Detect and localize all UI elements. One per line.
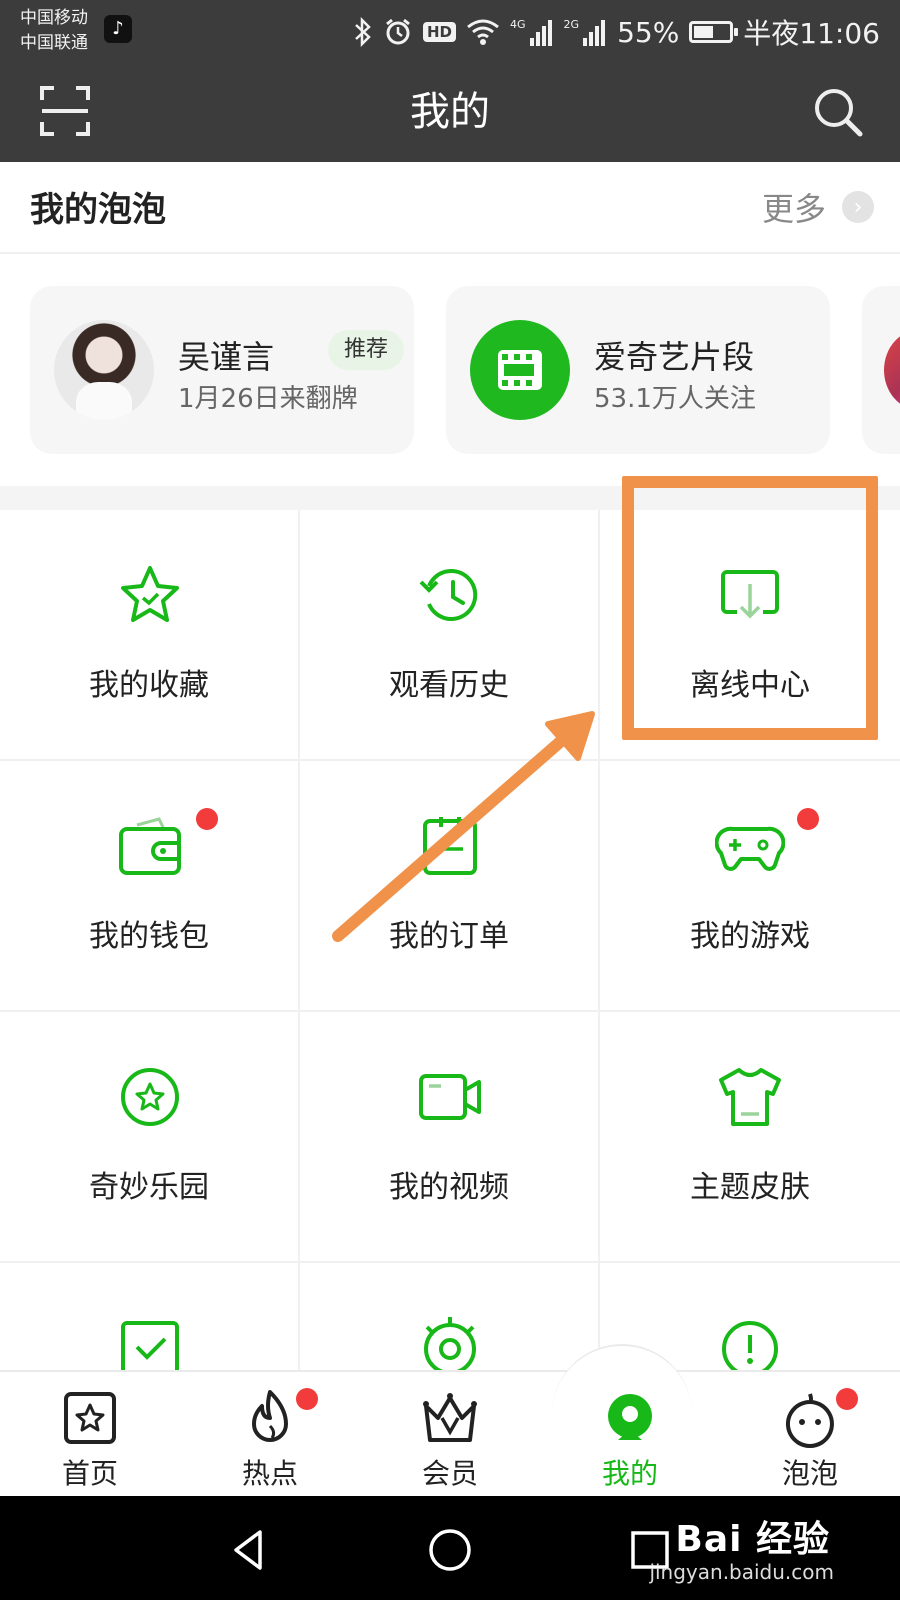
tab-label: 首页 — [61, 1457, 118, 1490]
profile-icon — [608, 1394, 652, 1440]
grid-item-tasks[interactable] — [0, 1263, 300, 1370]
search-icon — [815, 89, 863, 137]
section-title: 我的泡泡 — [30, 190, 166, 230]
signal-icon — [529, 18, 554, 46]
signal-icon — [583, 18, 607, 46]
home-circle-icon[interactable] — [426, 1526, 474, 1574]
grid-item-label: 我的钱包 — [89, 919, 209, 954]
card-subtitle: 53.1万人关注 — [594, 384, 756, 414]
tab-label: 会员 — [421, 1457, 478, 1490]
star-icon — [121, 566, 179, 622]
more-label: 更多 — [761, 190, 826, 228]
wallet-badge — [196, 808, 218, 830]
grid-item-label: 主题皮肤 — [690, 1170, 810, 1205]
grid-item-my-videos[interactable]: 我的视频 — [300, 1012, 600, 1263]
bluetooth-icon — [353, 17, 373, 47]
grid-item-favorites[interactable]: 我的收藏 — [0, 510, 300, 761]
network-type-2: 2G — [563, 17, 580, 31]
grid-item-label: 观看历史 — [389, 668, 509, 703]
carrier-1: 中国移动 — [20, 8, 88, 28]
history-clock-icon — [419, 569, 478, 621]
settings-icon — [424, 1317, 476, 1370]
chevron-right-icon: › — [842, 191, 874, 223]
battery-percent: 55% — [617, 15, 680, 49]
tab-label: 泡泡 — [781, 1457, 838, 1490]
watermark-url: jingyan.baidu.com — [649, 1560, 834, 1584]
bubble-face-icon — [785, 1393, 834, 1448]
bubbles-section-header: 我的泡泡 更多 › — [0, 162, 900, 254]
gamepad-icon — [715, 826, 785, 871]
more-link[interactable]: 更多 › — [762, 184, 874, 230]
grid-item-games[interactable]: 我的游戏 — [600, 761, 900, 1012]
wifi-icon — [466, 18, 500, 46]
page-title: 我的 — [410, 89, 490, 135]
card-subtitle: 1月26日来翻牌 — [178, 384, 358, 414]
bubble-cards: 吴谨言 推荐 1月26日来翻牌 爱奇艺片段 53.1万人关注 — [0, 254, 900, 486]
status-icons: HD 4G 2G 55% 半夜11:06 — [353, 12, 880, 52]
alarm-icon — [383, 17, 413, 47]
grid-item-history[interactable]: 观看历史 — [300, 510, 600, 761]
tab-mine[interactable]: 我的 — [540, 1372, 720, 1498]
bubble-card-partial[interactable] — [862, 286, 900, 454]
card-name: 爱奇艺片段 — [594, 338, 755, 376]
bubbles-badge — [836, 1388, 858, 1410]
status-bar: 中国移动 中国联通 ♪ HD 4G 2G 55% 半夜11:06 — [0, 0, 900, 62]
grid-item-label: 我的游戏 — [690, 919, 810, 954]
carrier-2: 中国联通 — [20, 33, 88, 53]
network-type-1: 4G — [510, 17, 526, 31]
check-square-icon — [121, 1321, 179, 1370]
tshirt-icon — [719, 1068, 781, 1126]
carrier-info: 中国移动 中国联通 — [20, 6, 88, 56]
recommend-tag: 推荐 — [328, 330, 405, 370]
battery-fill — [694, 26, 713, 38]
bubble-card[interactable]: 吴谨言 推荐 1月26日来翻牌 — [30, 286, 414, 454]
watermark-logo: Bai 经验 — [675, 1519, 830, 1560]
tab-home[interactable]: 首页 — [0, 1372, 180, 1498]
wallet-icon — [119, 817, 181, 875]
hd-badge: HD — [422, 22, 456, 42]
star-circle-icon — [121, 1068, 179, 1126]
avatar — [884, 330, 900, 410]
grid-item-wallet[interactable]: 我的钱包 — [0, 761, 300, 1012]
clock: 半夜11:06 — [743, 17, 880, 50]
top-app-bar: 我的 — [0, 62, 900, 162]
grid-item-orders[interactable]: 我的订单 — [300, 761, 600, 1012]
video-camera-icon — [419, 1074, 481, 1120]
tab-hot[interactable]: 热点 — [180, 1372, 360, 1498]
avatar — [54, 320, 154, 420]
film-clip-icon — [470, 320, 570, 420]
hot-badge — [296, 1388, 318, 1410]
bottom-navigation: 首页 热点 会员 我的 泡泡 — [0, 1344, 900, 1498]
home-icon — [64, 1392, 116, 1444]
bubble-card[interactable]: 爱奇艺片段 53.1万人关注 — [446, 286, 830, 454]
card-name: 吴谨言 — [178, 338, 275, 376]
grid-item-theme-skin[interactable]: 主题皮肤 — [600, 1012, 900, 1263]
grid-item-label: 我的视频 — [389, 1170, 509, 1205]
battery-icon — [689, 21, 739, 43]
grid-item-label: 奇妙乐园 — [89, 1170, 209, 1205]
tab-label: 热点 — [241, 1457, 298, 1490]
tab-bubbles[interactable]: 泡泡 — [720, 1372, 900, 1498]
tab-label: 我的 — [601, 1457, 658, 1490]
grid-item-wonderland[interactable]: 奇妙乐园 — [0, 1012, 300, 1263]
search-button[interactable] — [810, 84, 864, 138]
grid-item-label: 我的收藏 — [89, 668, 209, 703]
grid-item-settings[interactable] — [300, 1263, 600, 1370]
tiktok-icon: ♪ — [104, 15, 132, 43]
crown-icon — [423, 1393, 477, 1442]
flame-icon — [252, 1390, 288, 1442]
system-navigation-bar: Bai 经验 jingyan.baidu.com — [0, 1496, 900, 1600]
games-badge — [797, 808, 819, 830]
tab-vip[interactable]: 会员 — [360, 1372, 540, 1498]
annotation-highlight-box — [622, 476, 878, 740]
feedback-icon — [722, 1321, 778, 1370]
back-icon[interactable] — [226, 1526, 274, 1574]
order-icon — [423, 817, 477, 875]
grid-item-label: 我的订单 — [389, 919, 509, 954]
